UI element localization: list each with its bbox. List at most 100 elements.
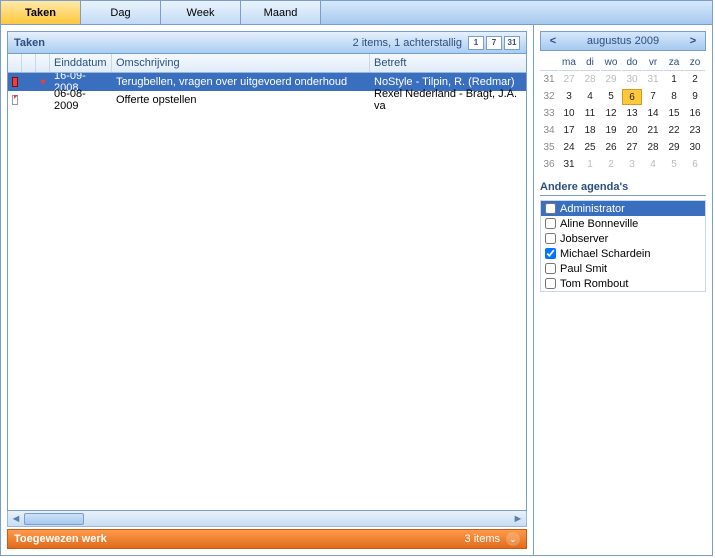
cal-day[interactable]: 28 [643,140,663,156]
cal-day[interactable]: 29 [601,72,621,88]
row-betreft: Rexel Nederland - Bragt, J.A. va [370,86,526,114]
col-icon[interactable] [36,54,50,72]
cal-day[interactable]: 29 [664,140,684,156]
tab-week[interactable]: Week [161,1,241,24]
cal-day[interactable]: 3 [622,157,642,173]
view-tool-1[interactable]: 1 [468,36,484,50]
cal-day[interactable]: 27 [559,72,579,88]
agenda-checkbox[interactable] [545,248,556,259]
cal-day[interactable]: 31 [559,157,579,173]
cal-week-num: 35 [540,140,558,156]
cal-day[interactable]: 12 [601,106,621,122]
cal-day[interactable]: 6 [622,89,642,105]
agenda-checkbox[interactable] [545,218,556,229]
panel-summary: 2 items, 1 achterstallig [353,37,462,49]
agenda-item[interactable]: Paul Smit [541,261,705,276]
agenda-checkbox[interactable] [545,278,556,289]
cal-day[interactable]: 15 [664,106,684,122]
cal-day[interactable]: 10 [559,106,579,122]
cal-day[interactable]: 5 [601,89,621,105]
view-tool-31[interactable]: 31 [504,36,520,50]
col-betreft[interactable]: Betreft [370,54,526,72]
tab-taken[interactable]: Taken [1,1,81,24]
cal-day[interactable]: 6 [685,157,705,173]
cal-day[interactable]: 4 [580,89,600,105]
agenda-checkbox[interactable] [545,233,556,244]
cal-day[interactable]: 21 [643,123,663,139]
footer-count: 3 items [465,533,500,545]
scroll-right-icon[interactable]: ► [510,512,526,526]
cal-day[interactable]: 17 [559,123,579,139]
cal-day[interactable]: 20 [622,123,642,139]
row-desc: Terugbellen, vragen over uitgevoerd onde… [112,74,370,90]
cal-day[interactable]: 9 [685,89,705,105]
column-header: Einddatum Omschrijving Betreft [7,53,527,73]
cal-day[interactable]: 18 [580,123,600,139]
agenda-list: AdministratorAline Bonneville JobserverMi… [540,200,706,292]
right-pane: < augustus 2009 > madiwodovrzazo31272829… [534,25,712,555]
cal-day[interactable]: 1 [664,72,684,88]
agenda-item[interactable]: Aline Bonneville [541,216,705,231]
cal-day[interactable]: 25 [580,140,600,156]
cal-day[interactable]: 2 [601,157,621,173]
h-scrollbar[interactable]: ◄ ► [7,511,527,527]
tab-dag[interactable]: Dag [81,1,161,24]
cal-week-num: 33 [540,106,558,122]
cal-day[interactable]: 1 [580,157,600,173]
agenda-label: Paul Smit [560,263,607,275]
cal-day[interactable]: 8 [664,89,684,105]
cal-day[interactable]: 3 [559,89,579,105]
assigned-work-bar[interactable]: Toegewezen werk 3 items ⌄ [7,529,527,549]
cal-day[interactable]: 4 [643,157,663,173]
panel-title: Taken [14,37,353,49]
cal-dow: wo [601,55,621,71]
agenda-item[interactable]: Tom Rombout [541,276,705,291]
cal-day[interactable]: 23 [685,123,705,139]
chevron-down-icon[interactable]: ⌄ [506,532,520,546]
view-tool-7[interactable]: 7 [486,36,502,50]
col-icon[interactable] [22,54,36,72]
cal-day[interactable]: 13 [622,106,642,122]
cal-day[interactable]: 14 [643,106,663,122]
cal-dow: za [664,55,684,71]
scroll-track[interactable] [24,513,510,525]
cal-day[interactable]: 5 [664,157,684,173]
cal-day[interactable]: 19 [601,123,621,139]
cal-title[interactable]: augustus 2009 [561,35,685,47]
row-desc: Offerte opstellen [112,92,370,108]
agenda-label: Tom Rombout [560,278,628,290]
cal-day[interactable]: 31 [643,72,663,88]
cal-day[interactable]: 28 [580,72,600,88]
main: Taken 2 items, 1 achterstallig 1731 Eind… [1,25,712,555]
cal-day[interactable]: 2 [685,72,705,88]
cal-day[interactable]: 27 [622,140,642,156]
mini-calendar: < augustus 2009 > madiwodovrzazo31272829… [540,31,706,173]
agenda-item[interactable]: Jobserver [541,231,705,246]
cal-day[interactable]: 22 [664,123,684,139]
agenda-checkbox[interactable] [545,203,556,214]
cal-day[interactable]: 30 [622,72,642,88]
col-icon[interactable] [8,54,22,72]
cal-next-button[interactable]: > [685,35,701,47]
blank-icon [22,80,36,84]
col-einddatum[interactable]: Einddatum [50,54,112,72]
cal-day[interactable]: 24 [559,140,579,156]
cal-day[interactable]: 30 [685,140,705,156]
cal-week-num: 36 [540,157,558,173]
scroll-left-icon[interactable]: ◄ [8,512,24,526]
cal-day[interactable]: 11 [580,106,600,122]
tab-maand[interactable]: Maand [241,1,321,24]
scroll-thumb[interactable] [24,513,84,525]
cal-prev-button[interactable]: < [545,35,561,47]
col-omschrijving[interactable]: Omschrijving [112,54,370,72]
agenda-item[interactable]: Michael Schardein [541,246,705,261]
cal-day[interactable]: 26 [601,140,621,156]
cal-day[interactable]: 16 [685,106,705,122]
cal-day[interactable]: 7 [643,89,663,105]
table-row[interactable]: 06-08-2009Offerte opstellenRexel Nederla… [8,91,526,109]
agenda-label: Jobserver [560,233,608,245]
agenda-checkbox[interactable] [545,263,556,274]
agenda-label: Administrator [560,203,625,215]
blank-icon [22,98,36,102]
agenda-item[interactable]: Administrator [541,201,705,216]
